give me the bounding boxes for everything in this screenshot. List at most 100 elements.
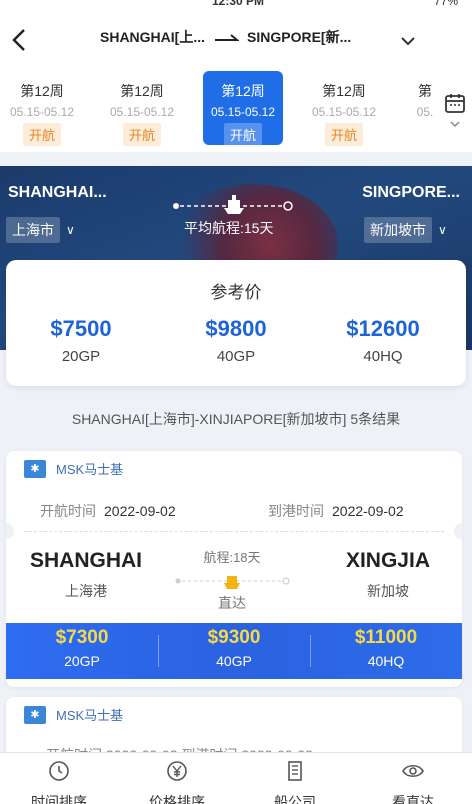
week-dates: 05.15-05.12 [311,105,377,119]
week-item[interactable]: 第12周 05.15-05.12 开航 [102,71,182,146]
week-item[interactable]: 第12周 05.15-05.12 开航 [2,71,82,146]
tab-sort-price[interactable]: 价格排序 [118,753,236,804]
carrier-logo-icon: ✱ [24,705,46,724]
back-icon [12,29,25,51]
reference-price-40hq: $12600 40HQ [308,316,458,365]
tab-direct[interactable]: 看直达 [354,753,472,804]
week-item[interactable]: 第12周 05.15-05.12 开航 [304,71,384,146]
depart-label: 开航时间 [40,503,96,519]
divider [24,531,444,532]
pol-cn: 上海港 [65,583,107,599]
sailing-badge: 开航 [223,123,262,146]
tab-carrier[interactable]: 船公司 [236,753,354,804]
price-40gp[interactable]: $9300 40GP [158,623,310,679]
tab-label: 船公司 [274,794,316,804]
destination-port: SINGPORE... [362,184,460,201]
bottom-tab-bar: 时间排序 价格排序 船公司 看直达 [0,752,472,804]
ship-route-icon [175,576,290,589]
pod-cn: 新加坡 [366,583,409,599]
tab-label: 时间排序 [31,794,87,804]
port-of-loading: SHANGHAI 上海港 [30,549,142,601]
route-from: SHANGHAI[上... [100,29,205,45]
clock-icon [49,761,69,781]
chevron-down-icon: ∨ [438,223,447,237]
status-time: 12:30 PM [212,0,265,8]
tab-label: 价格排序 [149,794,205,804]
port-of-discharge: XINGJIA 新加坡 [346,549,430,601]
route-arrow-icon [215,34,239,41]
calendar-icon [445,94,465,113]
ticket-notch [454,523,462,539]
direct-label: 直达 [218,595,246,611]
price-value: $7500 [50,316,112,341]
destination-city-value: 新加坡市 [364,217,432,243]
destination-city-select[interactable]: 新加坡市 ∨ [364,217,447,243]
tab-sort-time[interactable]: 时间排序 [0,753,118,804]
carrier: ✱ MSK马士基 [24,459,123,478]
carrier: ✱ MSK马士基 [24,705,123,724]
arrive-date: 2022-09-02 [332,503,404,519]
reference-price-title: 参考价 [210,283,262,302]
status-bar: 12:30 PM 77% [0,0,472,12]
container-type: 20GP [61,348,101,365]
average-voyage: 平均航程:15天 [184,220,274,236]
header: SHANGHAI[上... SINGPORE[新... [0,12,472,67]
chevron-down-icon[interactable] [448,119,462,129]
origin-city-value: 上海市 [6,217,60,243]
container-type: 40HQ [367,653,405,669]
week-dates: 05.15-05.12 [210,105,276,119]
pol-name: SHANGHAI [30,549,143,572]
sailing-badge: 开航 [122,123,161,146]
week-dates: 05.15-05.12 [109,105,175,119]
week-label: 第12周 [221,83,265,99]
price-value: $12600 [346,316,420,341]
back-button[interactable] [6,22,36,58]
price-value: $9300 [207,627,261,648]
week-label: 第12周 [322,83,366,99]
pod-name: XINGJIA [345,549,430,572]
schedule-times: 开航时间 2022-09-02 到港时间 2022-09-02 [40,501,440,521]
status-battery: 77% [433,0,458,8]
price-value: $11000 [354,627,418,648]
container-type: 40GP [216,348,256,365]
carrier-name: MSK马士基 [56,462,124,477]
ship-route-icon [173,195,293,214]
carrier-name: MSK马士基 [56,708,124,723]
voyage-days: 航程:18天 [203,550,261,565]
route-to: SINGPORE[新... [247,29,352,45]
origin-city-select[interactable]: 上海市 ∨ [6,217,75,243]
container-type: 20GP [64,653,100,669]
arrive-label: 到港时间 [268,503,324,519]
calendar-button[interactable] [440,92,470,142]
building-icon [288,761,302,781]
price-value: $9800 [205,316,267,341]
price-value: $7300 [55,627,109,648]
chevron-down-icon[interactable] [398,34,418,48]
week-dates: 05.15-05.12 [9,105,75,119]
container-type: 40HQ [363,348,403,365]
route-title[interactable]: SHANGHAI[上... SINGPORE[新... [100,27,351,47]
sailing-badge: 开航 [22,123,61,146]
eye-icon [402,764,424,778]
depart-date: 2022-09-02 [104,503,176,519]
week-item[interactable]: 第 05. [405,71,445,145]
reference-price-card: 参考价 $7500 20GP $9800 40GP $12600 40HQ [6,260,466,386]
price-40hq[interactable]: $11000 40HQ [310,623,462,679]
yen-icon [167,761,187,781]
week-dates: 05. [416,105,434,119]
chevron-down-icon: ∨ [66,223,75,237]
container-type: 40GP [216,653,252,669]
tab-label: 看直达 [392,794,434,804]
week-label: 第12周 [120,83,164,99]
price-20gp[interactable]: $7300 20GP [6,623,158,679]
price-bar: $7300 20GP $9300 40GP $11000 40HQ [6,623,462,679]
week-item-active[interactable]: 第12周 05.15-05.12 开航 [203,71,283,146]
sailing-badge: 开航 [324,123,363,146]
schedule-card[interactable]: ✱ MSK马士基 开航时间 2022-09-02 到港时间 2022-09-02 S… [6,451,462,687]
result-summary: SHANGHAI[上海市]-XINJIAPORE[新加坡市] 5条结果 [71,411,401,427]
ticket-notch [6,523,14,539]
carrier-logo-icon: ✱ [24,459,46,478]
reference-price-40gp: $9800 40GP [161,316,311,365]
week-label: 第 [418,83,432,99]
week-selector: 第12周 05.15-05.12 开航 第12周 05.15-05.12 开航 … [0,67,472,152]
